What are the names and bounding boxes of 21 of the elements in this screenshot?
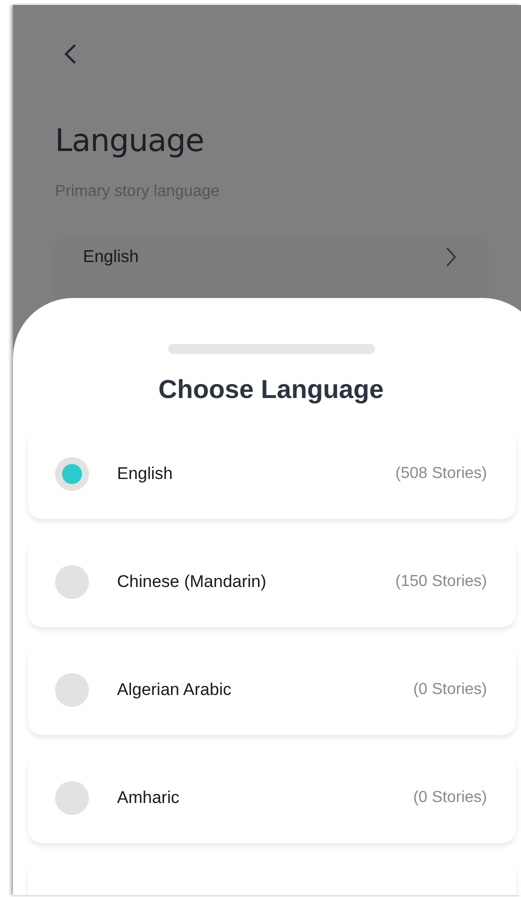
language-option[interactable]: English (508 Stories) [28, 429, 516, 519]
story-count: (508 Stories) [395, 465, 487, 483]
drag-handle[interactable] [168, 344, 375, 354]
radio-button[interactable] [55, 457, 89, 491]
story-count: (0 Stories) [413, 789, 487, 807]
language-name: Chinese (Mandarin) [117, 572, 268, 592]
radio-button[interactable] [55, 673, 89, 707]
back-icon[interactable] [63, 43, 77, 65]
page-title: Language [55, 123, 205, 159]
radio-button[interactable] [55, 781, 89, 815]
sheet-title: Choose Language [157, 374, 385, 405]
language-name: Algerian Arabic [117, 680, 232, 700]
radio-button[interactable] [55, 565, 89, 599]
chevron-right-icon [445, 246, 457, 268]
language-name: English [117, 464, 174, 484]
language-option[interactable]: Amharic (0 Stories) [28, 753, 516, 843]
story-count: (0 Stories) [413, 681, 487, 699]
language-option[interactable]: Chinese (Mandarin) (150 Stories) [28, 537, 516, 627]
language-name: Amharic [117, 788, 180, 808]
language-option[interactable]: Algerian Arabic (0 Stories) [28, 645, 516, 735]
story-count: (150 Stories) [395, 573, 487, 591]
